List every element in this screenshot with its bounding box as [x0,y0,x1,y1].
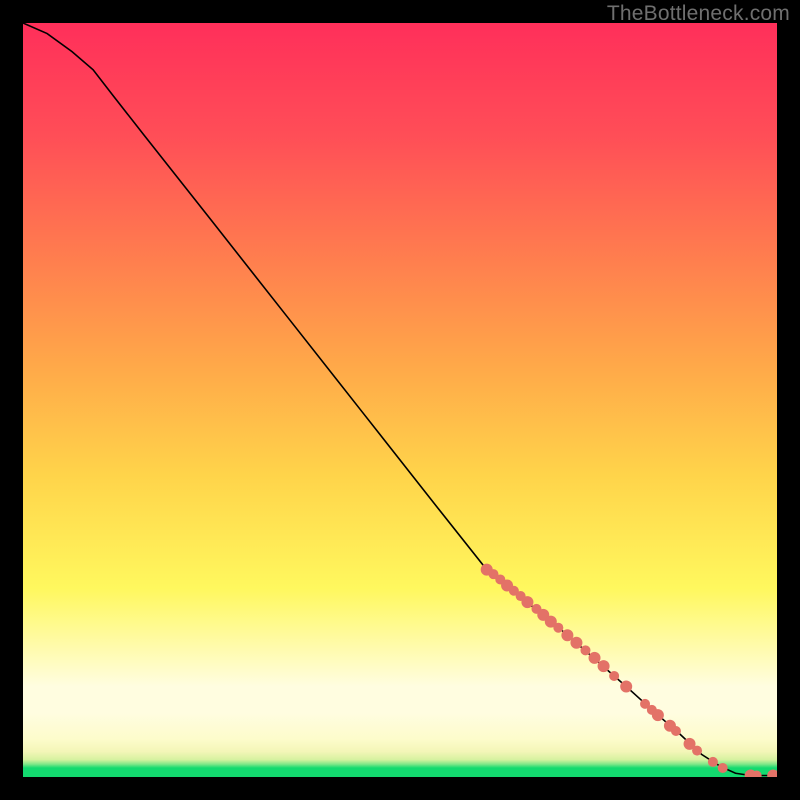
data-marker [692,746,702,756]
data-marker [767,769,777,777]
data-marker [620,681,632,693]
watermark-text: TheBottleneck.com [607,2,790,26]
data-marker [652,709,664,721]
data-marker [598,660,610,672]
chart-stage: TheBottleneck.com [0,0,800,800]
data-marker [708,757,718,767]
plot-overlay-svg [23,23,777,777]
data-markers [481,564,777,777]
plot-area [23,23,777,777]
data-marker [580,645,590,655]
data-marker [553,623,563,633]
data-marker [718,763,728,773]
bottleneck-curve [23,23,773,775]
data-marker [570,637,582,649]
data-marker [609,671,619,681]
data-marker [521,596,533,608]
data-marker [671,726,681,736]
data-marker [589,652,601,664]
